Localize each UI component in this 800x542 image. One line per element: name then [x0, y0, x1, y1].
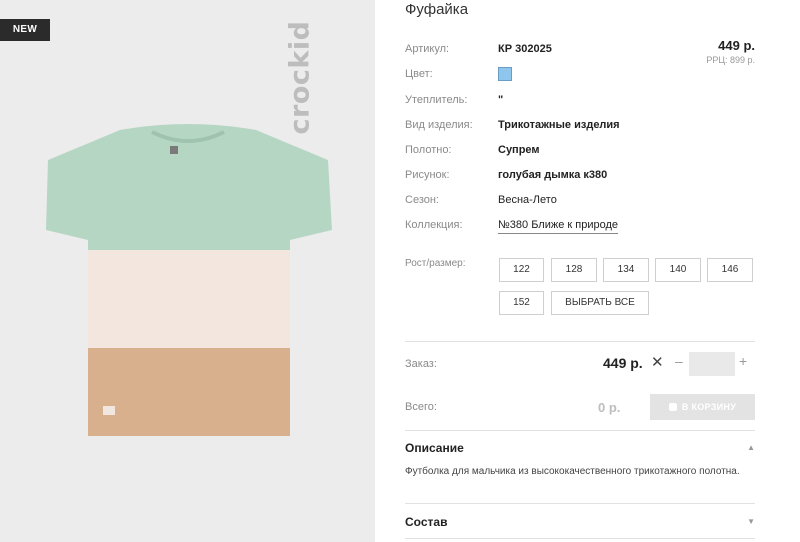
size-button-140[interactable]: 140: [655, 258, 701, 282]
size-button-134[interactable]: 134: [603, 258, 649, 282]
select-all-sizes-button[interactable]: ВЫБРАТЬ ВСЕ: [551, 291, 649, 315]
add-to-cart-label: В КОРЗИНУ: [681, 402, 737, 412]
order-label: Заказ:: [405, 358, 437, 370]
add-to-cart-button[interactable]: В КОРЗИНУ: [650, 394, 755, 420]
size-button-122[interactable]: 122: [499, 258, 544, 282]
description-title[interactable]: Описание: [405, 441, 464, 455]
total-label: Всего:: [405, 401, 437, 413]
attr-value: Весна-Лето: [498, 194, 557, 206]
shirt-stripe-middle: [46, 250, 332, 348]
attr-value: Трикотажные изделия: [498, 119, 620, 131]
increase-quantity-icon[interactable]: +: [739, 353, 747, 369]
attr-label: Утеплитель:: [405, 94, 468, 106]
shirt-stripe-bottom: [46, 348, 332, 436]
order-price: 449 р.: [603, 355, 643, 371]
chevron-up-icon[interactable]: ▲: [747, 443, 755, 452]
attr-label: Вид изделия:: [405, 119, 473, 131]
composition-title[interactable]: Состав: [405, 515, 447, 529]
divider: [405, 503, 755, 504]
divider: [405, 341, 755, 342]
attr-label: Цвет:: [405, 68, 433, 80]
attr-season: Сезон: Весна-Лето: [405, 193, 755, 207]
attr-label: Коллекция:: [405, 219, 463, 231]
attr-fabric: Полотно: Супрем: [405, 143, 755, 157]
size-button-146[interactable]: 146: [707, 258, 753, 282]
divider: [405, 430, 755, 431]
new-badge: NEW: [0, 19, 50, 41]
attr-collection: Коллекция: №380 Ближе к природе: [405, 218, 755, 234]
decrease-quantity-icon[interactable]: –: [675, 353, 683, 369]
quantity-input[interactable]: [689, 352, 735, 376]
color-swatch[interactable]: [498, 67, 512, 81]
product-image-panel[interactable]: NEW crockid: [0, 0, 375, 542]
total-price: 0 р.: [598, 400, 621, 415]
product-photo: [46, 124, 332, 436]
attr-label: Артикул:: [405, 43, 450, 55]
attr-article: Артикул: КР 302025: [405, 42, 755, 56]
rrp-price: РРЦ: 899 р.: [706, 55, 755, 65]
attr-value: ": [498, 94, 504, 106]
attr-label: Сезон:: [405, 194, 439, 206]
attr-value: Супрем: [498, 144, 540, 156]
attr-label: Полотно:: [405, 144, 452, 156]
attr-value: КР 302025: [498, 43, 552, 55]
description-text: Футболка для мальчика из высококачествен…: [405, 466, 740, 477]
collection-link[interactable]: №380 Ближе к природе: [498, 218, 619, 234]
divider: [405, 538, 755, 539]
chevron-down-icon[interactable]: ▼: [747, 517, 755, 526]
attr-color: Цвет:: [405, 67, 755, 81]
product-title: Фуфайка: [405, 1, 469, 18]
attr-value: голубая дымка к380: [498, 169, 608, 181]
cart-icon: [668, 403, 677, 411]
attr-print: Рисунок: голубая дымка к380: [405, 168, 755, 182]
attr-type: Вид изделия: Трикотажные изделия: [405, 118, 755, 132]
size-button-152[interactable]: 152: [499, 291, 544, 315]
size-label: Рост/размер:: [405, 258, 466, 269]
shirt-stripe-top: [46, 124, 332, 250]
size-button-128[interactable]: 128: [551, 258, 597, 282]
times-icon: ✕: [651, 354, 664, 371]
attr-insulation: Утеплитель: ": [405, 93, 755, 107]
attr-label: Рисунок:: [405, 169, 450, 181]
